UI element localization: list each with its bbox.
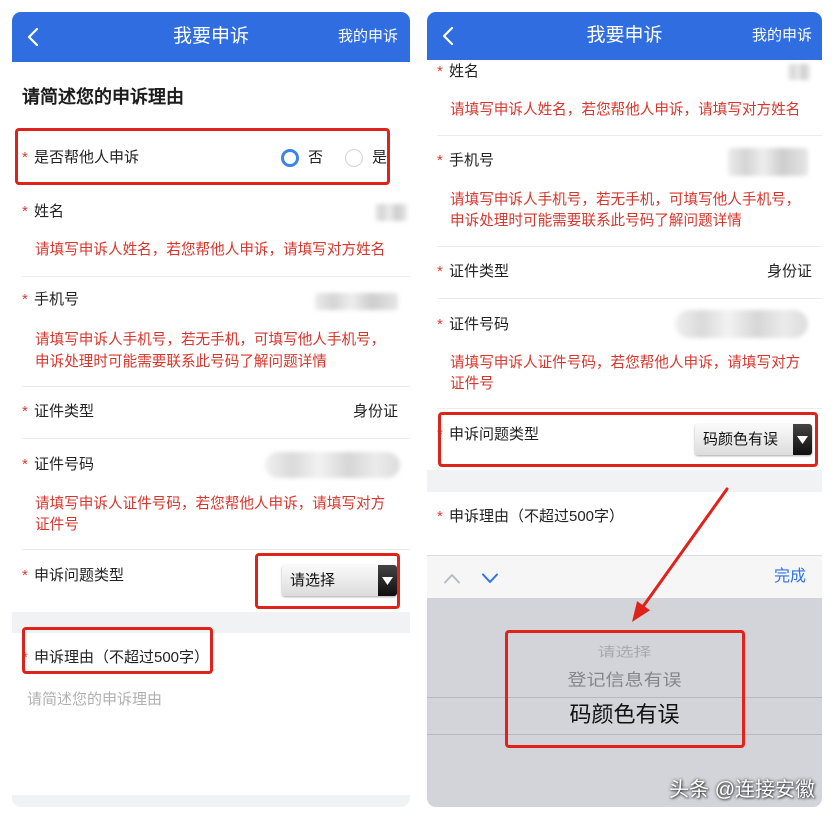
divider: [437, 135, 822, 136]
right-screen: 我要申诉 我的申诉 * 姓名 请填写申诉人姓名，若您帮他人申诉，请填写对方姓名 …: [427, 12, 822, 807]
header-bar: 我要申诉 我的申诉: [12, 12, 410, 62]
required-mark: *: [437, 63, 443, 80]
required-mark: *: [437, 152, 443, 169]
phone-input-value[interactable]: [315, 293, 398, 310]
required-mark: *: [22, 456, 28, 473]
id-number-hint-line-2: 证件号: [450, 376, 494, 392]
divider: [437, 298, 822, 299]
id-type-value[interactable]: 身份证: [353, 402, 398, 422]
id-number-hint-line-2: 证件号: [35, 517, 79, 533]
my-appeals-link[interactable]: 我的申诉: [338, 12, 398, 62]
annotation-box-picker-options: [505, 630, 745, 748]
phone-input-value[interactable]: [728, 148, 808, 176]
divider: [22, 276, 410, 277]
composite-screenshot: 我要申诉 我的申诉 请简述您的申诉理由 * 是否帮他人申诉 否 是 * 姓名 请…: [0, 0, 835, 819]
left-screen: 我要申诉 我的申诉 请简述您的申诉理由 * 是否帮他人申诉 否 是 * 姓名 请…: [12, 12, 410, 807]
phone-hint-line-1: 请填写申诉人手机号，若无手机，可填写他人手机号，: [450, 192, 801, 208]
name-hint: 请填写申诉人姓名，若您帮他人申诉，请填写对方姓名: [450, 102, 801, 118]
phone-hint-line-2: 申诉处理时可能需要联系此号码了解问题详情: [35, 354, 327, 370]
reason-label: 申诉理由（不超过500字）: [449, 508, 625, 525]
divider: [437, 408, 822, 409]
annotation-box-reason: [22, 627, 213, 674]
reason-textarea[interactable]: [22, 690, 402, 780]
divider: [22, 549, 410, 550]
picker-toolbar: 完成: [427, 555, 822, 598]
id-number-hint-line-1: 请填写申诉人证件号码，若您帮他人申诉，请填写对方: [35, 496, 386, 512]
name-label: 姓名: [34, 203, 65, 220]
name-label: 姓名: [449, 63, 480, 80]
header-bar: 我要申诉 我的申诉: [427, 12, 822, 60]
id-number-hint-line-1: 请填写申诉人证件号码，若您帮他人申诉，请填写对方: [450, 355, 801, 371]
id-number-input-value[interactable]: [675, 310, 808, 338]
required-mark: *: [437, 508, 443, 525]
annotation-box-issue-select: [255, 553, 400, 609]
phone-hint-line-2: 申诉处理时可能需要联系此号码了解问题详情: [450, 213, 742, 229]
chevron-down-icon[interactable]: [482, 571, 498, 583]
required-mark: *: [22, 403, 28, 420]
section-title: 请简述您的申诉理由: [22, 87, 184, 107]
name-input-value[interactable]: [788, 64, 810, 80]
phone-hint-line-1: 请填写申诉人手机号，若无手机，可填写他人手机号，: [35, 332, 386, 348]
phone-label: 手机号: [449, 152, 495, 169]
my-appeals-link[interactable]: 我的申诉: [752, 12, 812, 60]
divider: [22, 438, 410, 439]
annotation-box-help-others: [15, 128, 390, 185]
annotation-box-issue-select: [438, 412, 818, 467]
id-number-label: 证件号码: [34, 456, 95, 473]
id-number-input-value[interactable]: [265, 452, 400, 478]
id-type-value[interactable]: 身份证: [767, 262, 812, 282]
chevron-up-icon[interactable]: [444, 571, 460, 584]
divider: [437, 246, 822, 247]
id-type-label: 证件类型: [34, 403, 95, 420]
required-mark: *: [437, 316, 443, 333]
phone-label: 手机号: [34, 291, 80, 308]
required-mark: *: [437, 263, 443, 280]
required-mark: *: [22, 567, 28, 584]
section-separator: [427, 470, 822, 492]
required-mark: *: [22, 203, 28, 220]
done-button[interactable]: 完成: [774, 556, 806, 598]
divider: [22, 386, 410, 387]
id-type-label: 证件类型: [449, 263, 510, 280]
bottom-band: [12, 795, 410, 807]
issue-type-label: 申诉问题类型: [34, 567, 125, 584]
name-input-value[interactable]: [375, 204, 407, 221]
id-number-label: 证件号码: [449, 316, 510, 333]
required-mark: *: [22, 291, 28, 308]
name-hint: 请填写申诉人姓名，若您帮他人申诉，请填写对方姓名: [35, 242, 386, 258]
